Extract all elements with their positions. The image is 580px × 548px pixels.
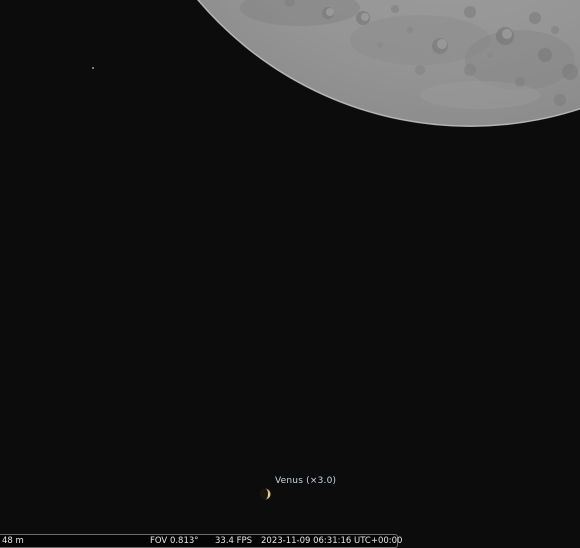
datetime-readout: 2023-11-09 06:31:16 UTC+00:00	[261, 536, 403, 546]
fov-readout: FOV 0.813°	[150, 536, 199, 546]
star[interactable]	[92, 67, 94, 69]
fps-readout: 33.4 FPS	[215, 536, 253, 546]
sky-view[interactable]: Venus (×3.0)	[0, 0, 580, 548]
status-bar: 48 m FOV 0.813° 33.4 FPS 2023-11-09 06:3…	[0, 534, 402, 548]
moon-icon[interactable]	[0, 0, 580, 548]
venus-label[interactable]: Venus (×3.0)	[275, 476, 336, 486]
venus-crescent-icon[interactable]	[258, 487, 272, 501]
altitude-readout: 48 m	[2, 536, 24, 546]
